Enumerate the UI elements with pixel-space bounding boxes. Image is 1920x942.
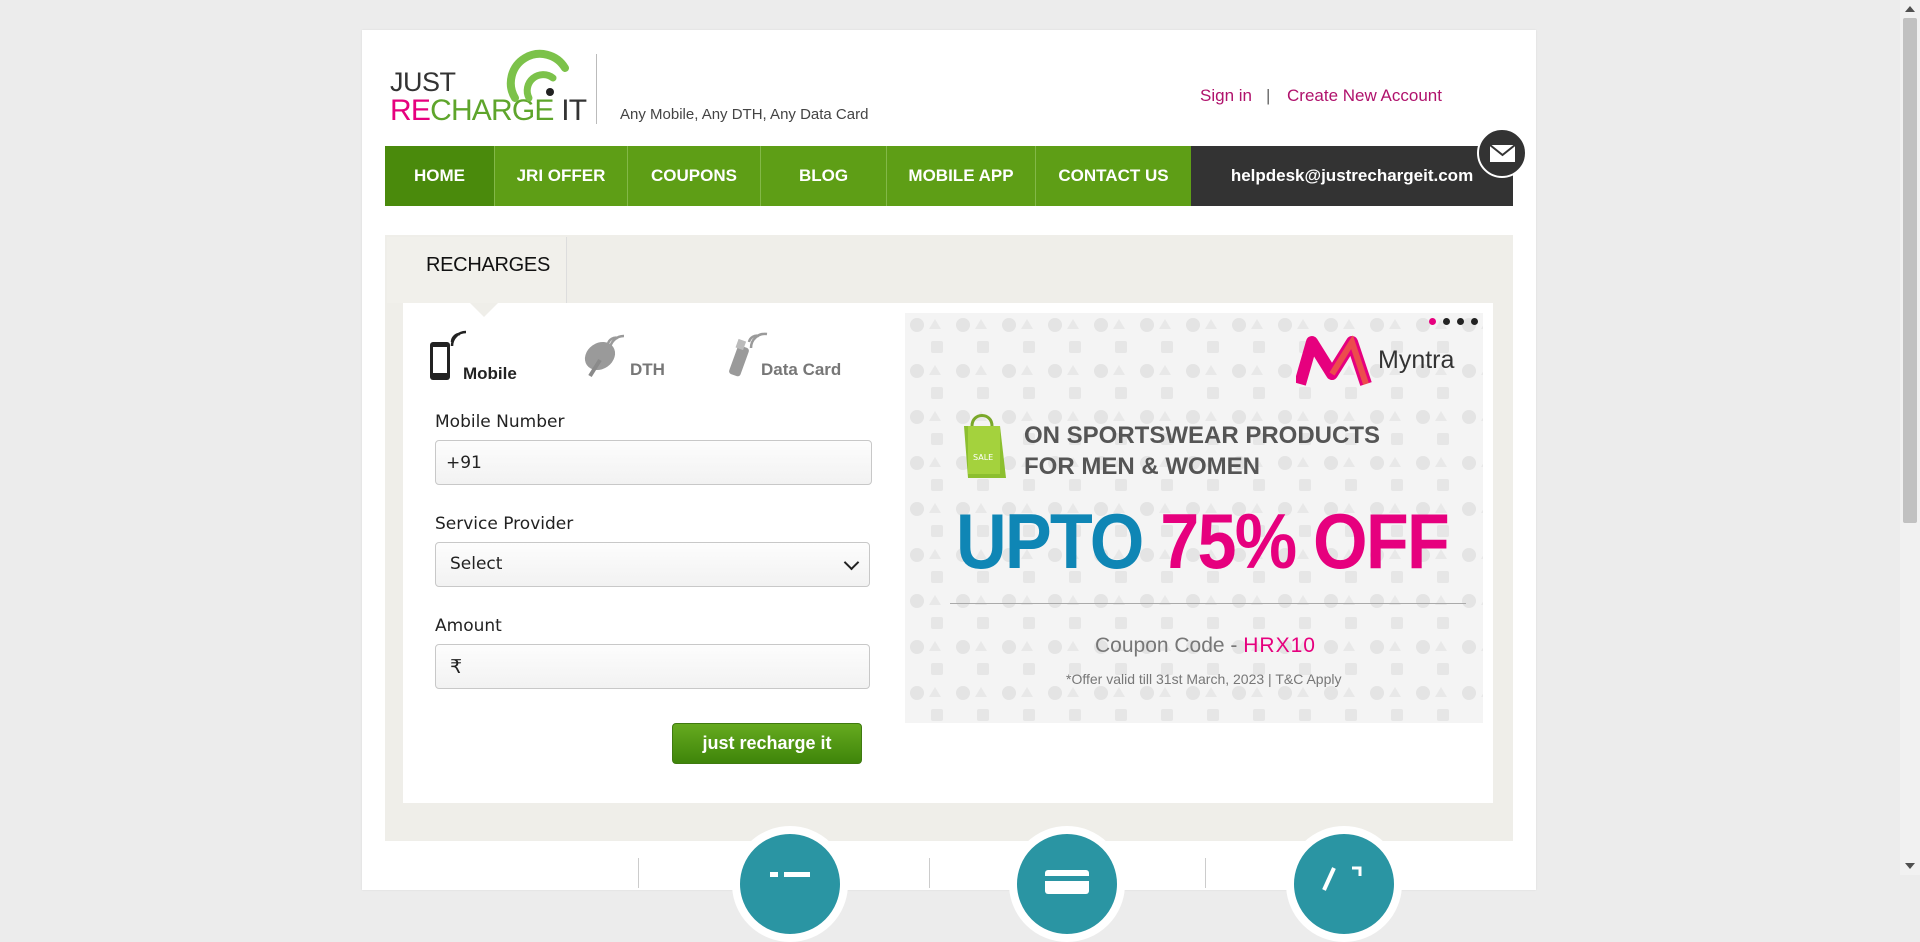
signal-arcs-logo-icon — [506, 49, 569, 102]
coupon-code: HRX10 — [1243, 634, 1316, 657]
nav-item-home[interactable]: HOME — [385, 146, 495, 206]
feature-separator — [1205, 858, 1206, 888]
auth-separator: | — [1266, 86, 1271, 105]
sale-tag-text: SALE — [973, 453, 993, 462]
service-data-card-label[interactable]: Data Card — [761, 360, 841, 380]
scroll-up-arrow-icon[interactable] — [1904, 4, 1916, 14]
nav-item-contact-us[interactable]: CONTACT US — [1036, 146, 1191, 206]
recharge-button[interactable]: just recharge it — [672, 723, 862, 764]
carousel-dot-2[interactable] — [1443, 318, 1450, 325]
feature-separator — [929, 858, 930, 888]
nav-item-coupons[interactable]: COUPONS — [628, 146, 761, 206]
mobile-number-label: Mobile Number — [435, 412, 565, 432]
nav-item-mobile-app[interactable]: MOBILE APP — [887, 146, 1036, 206]
scrollbar-thumb[interactable] — [1903, 18, 1917, 523]
main-nav: HOME JRI OFFER COUPONS BLOG MOBILE APP C… — [385, 146, 1191, 206]
mobile-number-input[interactable] — [435, 440, 872, 485]
service-provider-label: Service Provider — [435, 514, 574, 534]
myntra-logo-icon — [1296, 335, 1372, 386]
myntra-brand-name: Myntra — [1378, 346, 1455, 374]
scroll-down-arrow-icon[interactable] — [1904, 861, 1916, 871]
satellite-dish-icon[interactable] — [578, 330, 628, 380]
offer-note: *Offer valid till 31st March, 2023 | T&C… — [1066, 671, 1342, 687]
feature-card-icon[interactable] — [1009, 826, 1125, 942]
shopping-bag-icon: SALE — [964, 414, 1006, 478]
feature-separator — [638, 858, 639, 888]
service-mobile-label[interactable]: Mobile — [463, 364, 517, 384]
feature-list-icon[interactable] — [732, 826, 848, 942]
promo-divider — [950, 603, 1466, 604]
create-account-link[interactable]: Create New Account — [1287, 86, 1442, 106]
nav-item-blog[interactable]: BLOG — [761, 146, 887, 206]
nav-item-jri-offer[interactable]: JRI OFFER — [495, 146, 628, 206]
helpdesk-email[interactable]: helpdesk@justrechargeit.com — [1191, 146, 1513, 206]
promo-discount: 75% OFF — [1160, 497, 1450, 585]
promo-line-1: ON SPORTSWEAR PRODUCTS — [1024, 422, 1381, 449]
tagline: Any Mobile, Any DTH, Any Data Card — [620, 106, 869, 123]
service-dth-label[interactable]: DTH — [630, 360, 665, 380]
tab-pointer — [470, 303, 498, 317]
amount-input[interactable] — [435, 644, 870, 689]
carousel-dot-3[interactable] — [1457, 318, 1464, 325]
carousel-dot-1[interactable] — [1429, 318, 1436, 325]
logo-re: RE — [390, 94, 431, 127]
mobile-phone-icon[interactable] — [428, 330, 468, 382]
tab-recharges-label: RECHARGES — [426, 254, 550, 276]
service-provider-select[interactable]: Select — [435, 542, 870, 587]
carousel-dot-4[interactable] — [1471, 318, 1478, 325]
logo-divider — [596, 54, 597, 124]
promo-upto: UPTO — [956, 497, 1144, 585]
rupee-icon: ₹ — [450, 656, 463, 678]
amount-label: Amount — [435, 616, 502, 636]
promo-line-2: FOR MEN & WOMEN — [1024, 453, 1260, 480]
sign-in-link[interactable]: Sign in — [1200, 86, 1252, 106]
feature-scan-icon[interactable] — [1286, 826, 1402, 942]
coupon-prefix: Coupon Code - — [1095, 634, 1244, 657]
coupon-line: Coupon Code - HRX10 — [1095, 634, 1316, 658]
mail-icon[interactable] — [1477, 128, 1527, 178]
promo-headline: UPTO 75% OFF — [956, 496, 1450, 586]
